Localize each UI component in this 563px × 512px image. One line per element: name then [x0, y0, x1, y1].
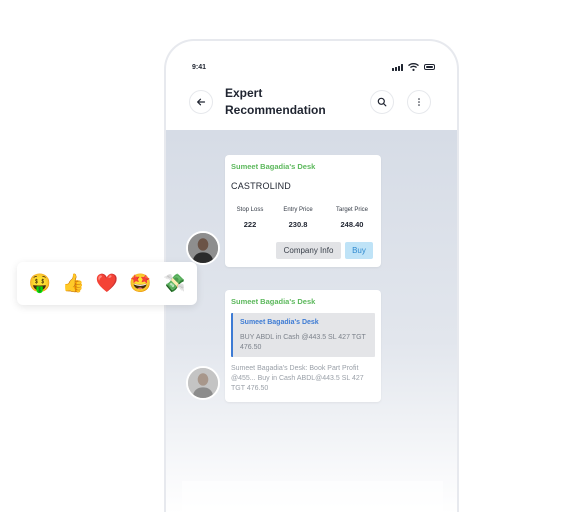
stock-symbol: CASTROLIND: [231, 181, 292, 191]
signal-icon: [392, 63, 403, 71]
back-button[interactable]: [189, 90, 213, 114]
entry-price-value: 230.8: [288, 220, 308, 229]
page-title: Expert Recommendation: [225, 86, 326, 117]
status-bar: 9:41: [166, 41, 457, 81]
quoted-message-text: BUY ABDL in Cash @443.5 SL 427 TGT 476.5…: [240, 334, 366, 351]
target-price-value: 248.40: [340, 220, 364, 229]
reaction-bar: 🤑 👍 ❤️ 🤩 💸: [17, 262, 197, 305]
expert-avatar-image: [188, 233, 218, 263]
star-struck-icon[interactable]: 🤩: [129, 274, 151, 293]
quoted-message[interactable]: Sumeet Bagadia's Desk BUY ABDL in Cash @…: [231, 313, 375, 357]
target-price-metric: Target Price 248.40: [327, 207, 377, 229]
phone-frame: 9:41 Expert Recommendation Sumeet Bagadi…: [164, 39, 459, 512]
stop-loss-value: 222: [243, 220, 257, 229]
reply-message-card: Sumeet Bagadia's Desk Sumeet Bagadia's D…: [225, 290, 381, 402]
stop-loss-label: Stop Loss: [236, 207, 264, 213]
money-with-wings-icon[interactable]: 💸: [163, 274, 185, 293]
message-text: Sumeet Bagadia's Desk: Book Part Profit …: [231, 365, 364, 392]
arrow-left-icon: [197, 98, 206, 106]
expert-avatar-2[interactable]: [186, 366, 220, 400]
expert-avatar[interactable]: [186, 231, 220, 265]
phone-bottom-fade: [182, 481, 443, 512]
expert-avatar-2-image: [188, 368, 218, 398]
status-time: 9:41: [192, 64, 207, 71]
entry-price-label: Entry Price: [283, 207, 313, 213]
entry-price-metric: Entry Price 230.8: [273, 207, 323, 229]
desk-name: Sumeet Bagadia's Desk: [231, 162, 316, 171]
company-info-button[interactable]: Company Info: [276, 242, 341, 259]
stop-loss-metric: Stop Loss 222: [225, 207, 275, 229]
status-icons: [392, 63, 435, 71]
buy-button[interactable]: Buy: [345, 242, 373, 259]
quoted-message-author: Sumeet Bagadia's Desk: [240, 319, 319, 326]
thumbs-up-icon[interactable]: 👍: [62, 274, 84, 293]
battery-icon: [424, 64, 435, 70]
wifi-icon: [408, 63, 419, 71]
recommendation-card: Sumeet Bagadia's Desk CASTROLIND Stop Lo…: [225, 155, 381, 267]
more-vertical-icon: [418, 98, 420, 106]
more-options-button[interactable]: [407, 90, 431, 114]
money-mouth-face-icon[interactable]: 🤑: [29, 274, 51, 293]
target-price-label: Target Price: [335, 207, 368, 213]
search-button[interactable]: [370, 90, 394, 114]
desk-name-2: Sumeet Bagadia's Desk: [231, 297, 316, 306]
red-heart-icon[interactable]: ❤️: [96, 274, 118, 293]
search-icon: [377, 97, 387, 107]
